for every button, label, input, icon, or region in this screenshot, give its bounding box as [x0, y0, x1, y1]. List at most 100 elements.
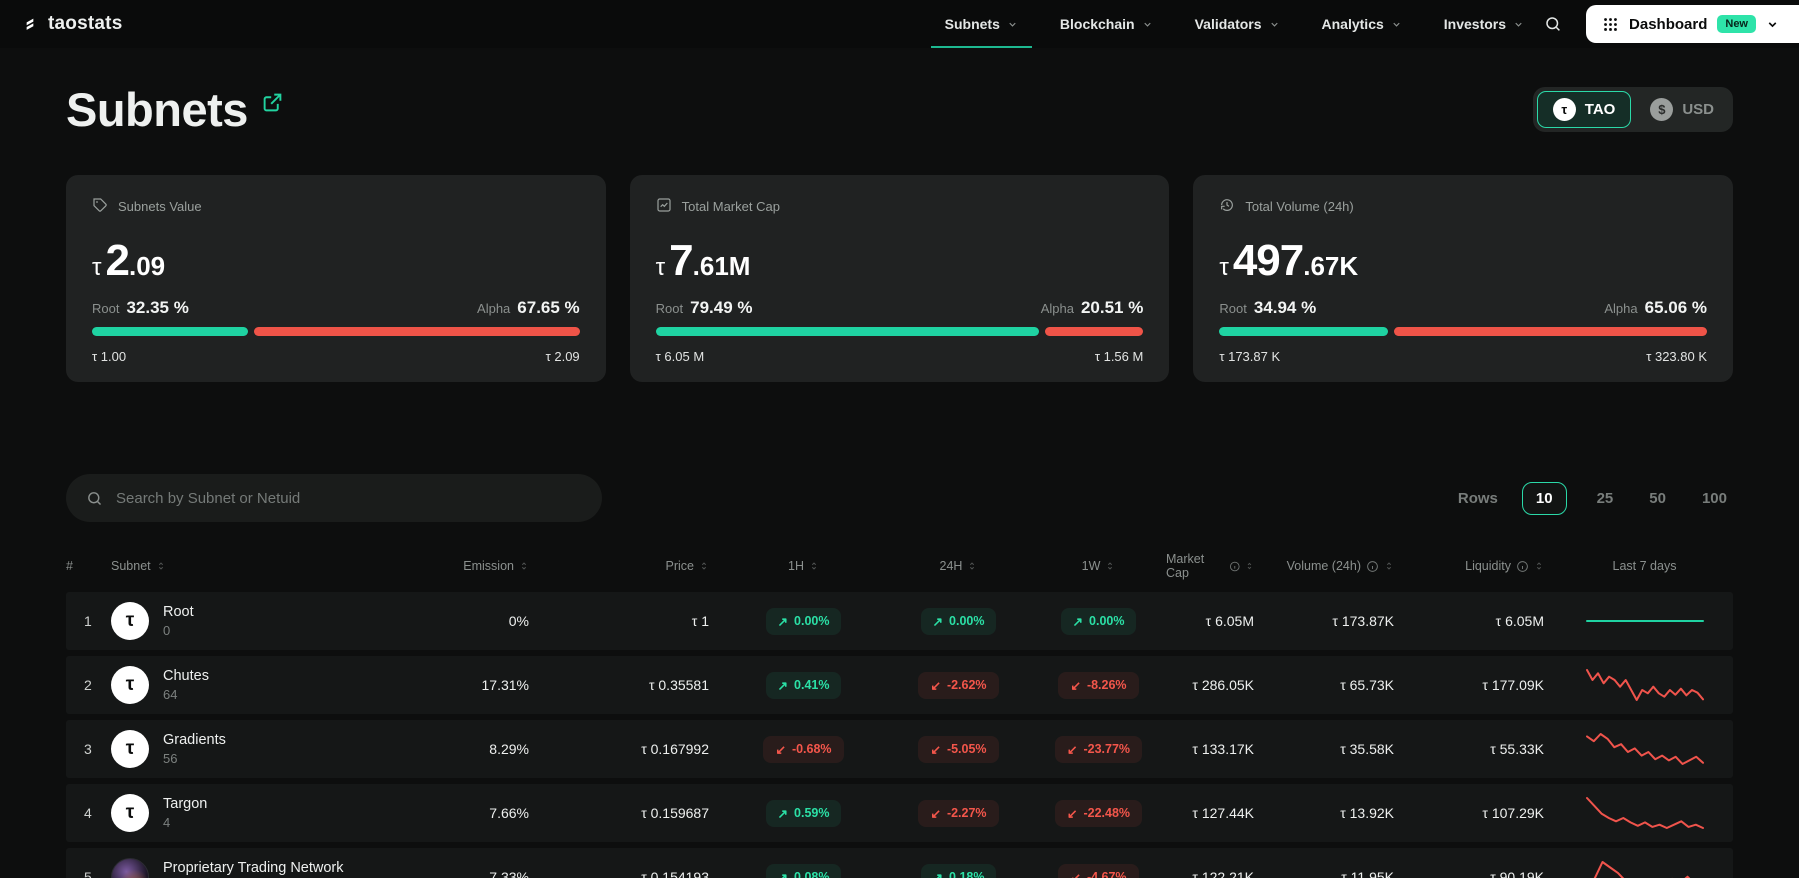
tag-icon	[92, 197, 108, 216]
trend-up-icon: ↗	[933, 614, 943, 629]
volume-cell: τ 173.87K	[1266, 613, 1406, 629]
column-header-emission[interactable]: Emission	[431, 559, 541, 573]
rows-option-10[interactable]: 10	[1522, 482, 1567, 515]
rows-option-100[interactable]: 100	[1696, 483, 1733, 514]
rank-cell: 5	[66, 869, 111, 878]
nav-item-validators[interactable]: Validators	[1181, 0, 1294, 48]
rank-cell: 2	[66, 677, 111, 693]
sort-icon[interactable]	[1384, 561, 1394, 571]
root-label: Root	[1219, 301, 1246, 316]
alpha-amount: τ 2.09	[546, 349, 580, 364]
table-row[interactable]: 1 τ Root 0 0% τ 1 ↗0.00% ↗0.00% ↗0.00% τ…	[66, 592, 1733, 650]
column-header-volume-24h[interactable]: Volume (24h)	[1266, 559, 1406, 573]
rows-option-50[interactable]: 50	[1643, 483, 1672, 514]
column-header-price[interactable]: Price	[541, 559, 721, 573]
rows-per-page-selector: Rows 102550100	[1458, 482, 1733, 515]
subnet-search[interactable]	[66, 474, 602, 522]
nav-item-label: Validators	[1195, 16, 1262, 32]
subnet-netuid: 4	[163, 815, 207, 830]
column-header-1w[interactable]: 1W	[1031, 559, 1166, 573]
root-percent: 32.35 %	[126, 298, 188, 317]
liquidity-cell: τ 55.33K	[1406, 741, 1556, 757]
column-header-subnet[interactable]: Subnet	[111, 559, 431, 573]
nav-item-investors[interactable]: Investors	[1430, 0, 1538, 48]
sort-icon[interactable]	[967, 561, 977, 571]
search-input[interactable]	[116, 490, 582, 507]
liquidity-cell: τ 177.09K	[1406, 677, 1556, 693]
sort-icon[interactable]	[699, 561, 709, 571]
sort-icon[interactable]	[1105, 561, 1115, 571]
nav-item-blockchain[interactable]: Blockchain	[1046, 0, 1167, 48]
subnet-avatar: τ	[111, 666, 149, 704]
subnet-cell[interactable]: τ Gradients 56	[111, 730, 431, 768]
table-row[interactable]: 2 τ Chutes 64 17.31% τ 0.35581 ↗0.41% ↙-…	[66, 656, 1733, 714]
subnet-cell[interactable]: Proprietary Trading Network 8	[111, 858, 431, 878]
price-cell: τ 0.159687	[541, 805, 721, 821]
external-link-icon[interactable]	[262, 92, 283, 113]
chevron-down-icon	[1007, 19, 1018, 30]
root-bar-segment	[1219, 327, 1387, 336]
search-icon[interactable]	[1544, 15, 1562, 33]
subnet-cell[interactable]: τ Root 0	[111, 602, 431, 640]
change-1w-badge: ↙-23.77%	[1055, 736, 1142, 763]
change-1w-badge: ↙-4.67%	[1058, 864, 1138, 878]
nav-item-subnets[interactable]: Subnets	[931, 0, 1032, 48]
stat-card: Total Volume (24h) τ 497 .67K Root34.94 …	[1193, 175, 1733, 382]
stat-card-value: τ 7 .61M	[656, 236, 1144, 286]
sort-icon[interactable]	[1534, 561, 1544, 571]
table-row[interactable]: 5 Proprietary Trading Network 8 7.33% τ …	[66, 848, 1733, 878]
taostats-logo-icon	[24, 16, 40, 32]
emission-cell: 7.33%	[431, 869, 541, 878]
sparkline-chart	[1585, 601, 1705, 641]
table-header: # Subnet Emission Price 1H 24H 1W Market…	[66, 548, 1733, 592]
root-alpha-ratio-bar	[1219, 327, 1707, 336]
subnet-cell[interactable]: τ Chutes 64	[111, 666, 431, 704]
rank-cell: 4	[66, 805, 111, 821]
subnet-avatar	[111, 858, 149, 878]
rows-option-25[interactable]: 25	[1591, 483, 1620, 514]
change-1w-badge: ↗0.00%	[1061, 608, 1137, 635]
main-nav: Subnets Blockchain Validators Analytics …	[931, 0, 1538, 48]
chevron-down-icon	[1766, 18, 1779, 31]
taostats-logo[interactable]: taostats	[24, 13, 122, 35]
new-badge: New	[1717, 15, 1756, 33]
column-header-24h[interactable]: 24H	[886, 559, 1031, 573]
subnet-name: Targon	[163, 796, 207, 812]
alpha-amount: τ 323.80 K	[1646, 349, 1707, 364]
column-header-market-cap[interactable]: Market Cap	[1166, 552, 1266, 580]
info-icon[interactable]	[1229, 560, 1241, 573]
sort-icon[interactable]	[156, 561, 166, 571]
column-header-1h[interactable]: 1H	[721, 559, 886, 573]
table-row[interactable]: 3 τ Gradients 56 8.29% τ 0.167992 ↙-0.68…	[66, 720, 1733, 778]
trend-down-icon: ↙	[1067, 742, 1077, 757]
usd-toggle-option[interactable]: $ USD	[1635, 91, 1729, 128]
sort-icon[interactable]	[809, 561, 819, 571]
info-icon[interactable]	[1516, 560, 1529, 573]
alpha-percent: 65.06 %	[1645, 298, 1707, 317]
tao-toggle-option[interactable]: τ TAO	[1537, 91, 1632, 128]
table-row[interactable]: 4 τ Targon 4 7.66% τ 0.159687 ↗0.59% ↙-2…	[66, 784, 1733, 842]
emission-cell: 0%	[431, 613, 541, 629]
change-24h-badge: ↙-2.27%	[918, 800, 998, 827]
column-header-liquidity[interactable]: Liquidity	[1406, 559, 1556, 573]
subnet-netuid: 64	[163, 687, 209, 702]
price-cell: τ 1	[541, 613, 721, 629]
nav-item-analytics[interactable]: Analytics	[1308, 0, 1416, 48]
subnet-cell[interactable]: τ Targon 4	[111, 794, 431, 832]
info-icon[interactable]	[1366, 560, 1379, 573]
change-1h-badge: ↗0.08%	[766, 864, 842, 878]
root-bar-segment	[92, 327, 248, 336]
volume-cell: τ 65.73K	[1266, 677, 1406, 693]
change-1h-badge: ↗0.00%	[766, 608, 842, 635]
dashboard-button[interactable]: Dashboard New	[1586, 5, 1799, 43]
sort-icon[interactable]	[1245, 561, 1254, 571]
price-cell: τ 0.167992	[541, 741, 721, 757]
sort-icon[interactable]	[519, 561, 529, 571]
stat-card-title: Subnets Value	[118, 199, 202, 214]
subnet-avatar: τ	[111, 602, 149, 640]
trend-up-icon: ↗	[778, 806, 788, 821]
trend-down-icon: ↙	[930, 806, 940, 821]
stat-card: Total Market Cap τ 7 .61M Root79.49 % Al…	[630, 175, 1170, 382]
top-navigation-bar: taostats Subnets Blockchain Validators A…	[0, 0, 1799, 48]
stat-cards: Subnets Value τ 2 .09 Root32.35 % Alpha6…	[66, 175, 1733, 382]
